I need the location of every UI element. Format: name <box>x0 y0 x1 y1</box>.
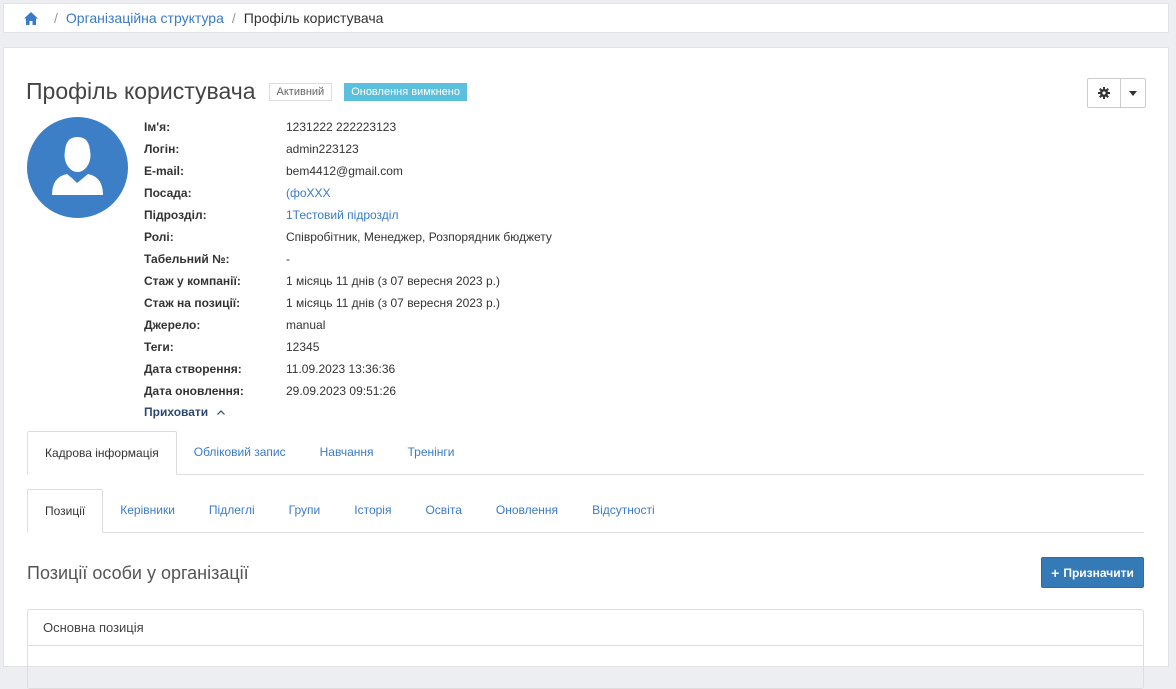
info-label: Теги: <box>144 340 174 354</box>
avatar <box>27 117 128 218</box>
tab-education[interactable]: Навчання <box>303 431 391 473</box>
title-row: Профіль користувача Активний Оновлення в… <box>26 78 467 105</box>
tab-absences[interactable]: Відсутності <box>575 489 672 531</box>
hide-details-label: Приховати <box>144 405 209 419</box>
info-row-updated: Дата оновлення: 29.09.2023 09:51:26 <box>144 380 552 402</box>
department-link[interactable]: 1Тестовий підрозділ <box>286 208 398 222</box>
profile-panel: Профіль користувача Активний Оновлення в… <box>3 47 1169 689</box>
gear-icon <box>1098 87 1110 99</box>
settings-caret-button[interactable] <box>1120 79 1145 107</box>
info-label: Табельний №: <box>144 252 230 266</box>
plus-icon: + <box>1051 564 1060 581</box>
info-row-position-tenure: Стаж на позиції: 1 місяць 11 днів (з 07 … <box>144 292 552 314</box>
main-position-panel: Основна позиція <box>27 609 1144 689</box>
info-row-created: Дата створення: 11.09.2023 13:36:36 <box>144 358 552 380</box>
info-value: 29.09.2023 09:51:26 <box>286 384 397 398</box>
tab-subordinates[interactable]: Підлеглі <box>192 489 272 531</box>
updates-badge: Оновлення вимкнено <box>344 82 467 101</box>
info-label: Стаж у компанії: <box>144 274 241 288</box>
info-label: Стаж на позиції: <box>144 296 241 310</box>
info-row-department: Підрозділ: 1Тестовий підрозділ <box>144 204 552 226</box>
info-value: admin223123 <box>286 142 359 156</box>
info-label: Ім'я: <box>144 120 171 134</box>
sub-tabs: Позиції Керівники Підлеглі Групи Історія… <box>27 489 1144 533</box>
main-tabs: Кадрова інформація Обліковий запис Навча… <box>27 431 1144 475</box>
info-value: 11.09.2023 13:36:36 <box>286 362 396 376</box>
main-position-header: Основна позиція <box>28 610 1143 646</box>
tab-degree[interactable]: Освіта <box>408 489 478 531</box>
info-value: 1231222 222223123 <box>286 120 397 134</box>
tab-trainings[interactable]: Тренінги <box>391 431 472 473</box>
info-row-position: Посада: (фоXXX <box>144 182 552 204</box>
tab-account[interactable]: Обліковий запис <box>177 431 303 473</box>
page-title: Профіль користувача <box>26 78 256 104</box>
breadcrumb: / Організаційна структура / Профіль кори… <box>3 3 1169 33</box>
info-label: Логін: <box>144 142 180 156</box>
info-label: Джерело: <box>144 318 201 332</box>
info-label: Дата оновлення: <box>144 384 244 398</box>
section-title: Позиції особи у організації <box>27 563 249 583</box>
profile-info: Ім'я: 1231222 222223123 Логін: admin2231… <box>144 116 552 422</box>
breadcrumb-link-org-structure[interactable]: Організаційна структура <box>66 10 224 26</box>
status-badge: Активний <box>268 82 333 101</box>
tab-updates[interactable]: Оновлення <box>479 489 575 531</box>
caret-down-icon <box>1129 90 1137 96</box>
chevron-up-icon <box>217 409 226 415</box>
breadcrumb-separator: / <box>54 10 58 26</box>
info-value: Співробітник, Менеджер, Розпорядник бюдж… <box>286 230 552 244</box>
info-row-company-tenure: Стаж у компанії: 1 місяць 11 днів (з 07 … <box>144 270 552 292</box>
info-row-name: Ім'я: 1231222 222223123 <box>144 116 552 138</box>
tab-hr-info[interactable]: Кадрова інформація <box>27 431 177 475</box>
info-label: Дата створення: <box>144 362 242 376</box>
breadcrumb-separator: / <box>231 10 236 26</box>
breadcrumb-current: Профіль користувача <box>243 10 384 26</box>
tab-managers[interactable]: Керівники <box>103 489 192 531</box>
info-label: Ролі: <box>144 230 174 244</box>
info-value: bem4412@gmail.com <box>286 164 403 178</box>
tab-positions[interactable]: Позиції <box>27 489 104 533</box>
hide-details-toggle[interactable]: Приховати <box>144 402 552 422</box>
info-value: 1 місяць 11 днів (з 07 вересня 2023 р.) <box>286 296 500 310</box>
info-row-email: E-mail: bem4412@gmail.com <box>144 160 552 182</box>
info-value: 12345 <box>286 340 320 354</box>
settings-dropdown <box>1087 78 1146 108</box>
tab-history[interactable]: Історія <box>337 489 408 531</box>
tab-groups[interactable]: Групи <box>272 489 338 531</box>
assign-button-label: Призначити <box>1063 565 1134 580</box>
info-value: 1 місяць 11 днів (з 07 вересня 2023 р.) <box>286 274 500 288</box>
info-label: Підрозділ: <box>144 208 207 222</box>
info-label: E-mail: <box>144 164 185 178</box>
info-row-tags: Теги: 12345 <box>144 336 552 358</box>
info-row-login: Логін: admin223123 <box>144 138 552 160</box>
info-label: Посада: <box>144 186 192 200</box>
info-value: manual <box>286 318 326 332</box>
assign-button[interactable]: + Призначити <box>1041 557 1144 588</box>
settings-button[interactable] <box>1088 79 1120 107</box>
info-value: - <box>286 252 290 266</box>
user-icon <box>52 137 103 195</box>
info-row-roles: Ролі: Співробітник, Менеджер, Розпорядни… <box>144 226 552 248</box>
info-row-employee-number: Табельний №: - <box>144 248 552 270</box>
position-link[interactable]: (фоXXX <box>286 186 331 200</box>
home-icon[interactable] <box>24 11 38 25</box>
info-row-source: Джерело: manual <box>144 314 552 336</box>
